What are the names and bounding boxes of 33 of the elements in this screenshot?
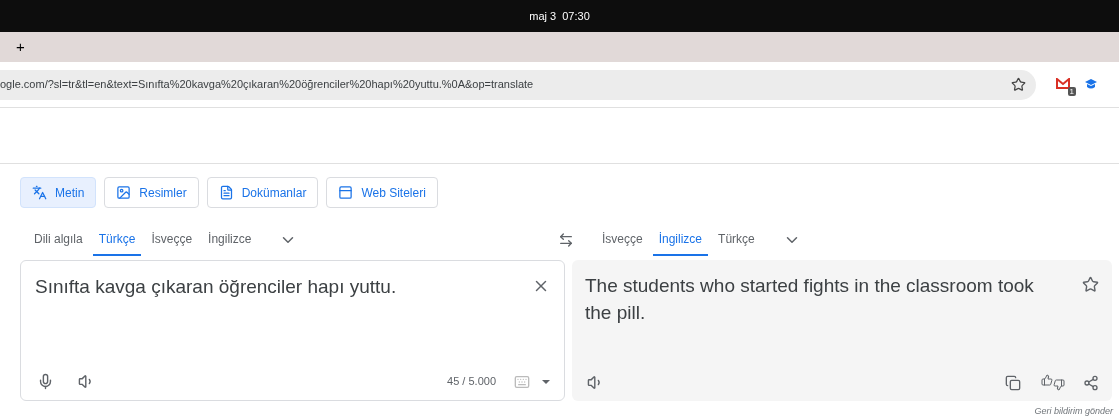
image-icon [116,185,132,200]
save-star-icon[interactable] [1082,276,1099,293]
language-tab[interactable]: Türkçe [712,224,761,256]
address-field[interactable]: ogle.com/?sl=tr&tl=en&text=Sınıfta%20kavga%20çıkaran%20öğrenciler%20hapı%20yuttu.%0A&op=translate [0,69,1036,100]
language-tab[interactable]: Türkçe [92,224,142,256]
dropdown-caret-icon[interactable] [542,379,550,384]
language-tab[interactable]: İngilizce [202,224,258,256]
character-count: 45 / 5.000 [447,374,496,390]
translation-text: The students who started fights in the classroom took the pill. [585,274,1035,325]
copy-icon[interactable] [1005,374,1021,391]
share-icon[interactable] [1083,374,1099,391]
mode-button[interactable]: Metin [20,177,97,208]
web-page-icon [338,185,354,200]
language-tab[interactable]: Dili algıla [28,224,89,256]
bookmark-star-icon[interactable] [1011,77,1026,92]
url-text: ogle.com/?sl=tr&tl=en&text=Sınıfta%20kavga%20çıkaran%20öğrenciler%20hapı%20yuttu.%0A&op=translate [0,77,535,93]
language-tab[interactable]: İsveççe [145,224,199,256]
rate-translation-icon[interactable] [1041,374,1065,391]
translate-icon [32,185,47,200]
swap-languages-icon[interactable] [558,232,574,248]
feedback-link[interactable]: Geri bildirim gönder [1034,405,1113,419]
new-tab-button[interactable]: + [16,35,25,59]
clock: maj 3 07:30 [529,8,590,24]
graduation-cap-icon[interactable] [1084,78,1098,91]
document-icon [218,185,234,200]
language-tab[interactable]: İsveççe [596,224,649,256]
language-tab[interactable]: İngilizce [652,224,709,256]
microphone-icon[interactable] [37,373,54,390]
mode-button[interactable]: Web Siteleri [326,177,438,208]
source-text[interactable]: Sınıfta kavga çıkaran öğrenciler hapı yuttu. [35,273,397,302]
mode-button[interactable]: Dokümanlar [206,177,319,208]
notification-badge: 1 [1067,86,1076,96]
mode-button[interactable]: Resimler [104,177,199,208]
